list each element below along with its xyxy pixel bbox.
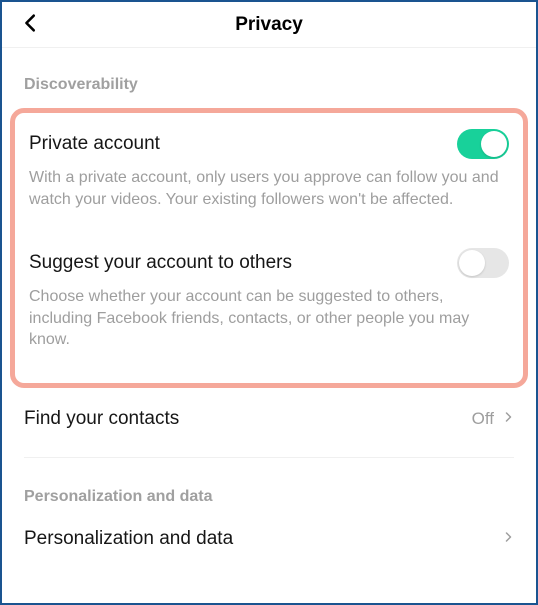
setting-personalization-data[interactable]: Personalization and data: [2, 520, 536, 551]
personalization-row-title: Personalization and data: [24, 528, 233, 550]
chevron-right-icon: [502, 528, 514, 551]
back-icon[interactable]: [20, 12, 42, 39]
highlight-box: Private account With a private account, …: [10, 108, 528, 388]
find-contacts-value: Off: [472, 409, 494, 429]
private-account-title: Private account: [29, 133, 160, 155]
find-contacts-title: Find your contacts: [24, 408, 472, 430]
private-account-toggle[interactable]: [457, 129, 509, 159]
toggle-knob: [459, 250, 485, 276]
toggle-knob: [481, 131, 507, 157]
section-header-discoverability: Discoverability: [2, 48, 536, 108]
setting-private-account: Private account With a private account, …: [29, 125, 509, 224]
header-bar: Privacy: [2, 2, 536, 48]
section-header-personalization: Personalization and data: [2, 458, 536, 520]
suggest-account-toggle[interactable]: [457, 248, 509, 278]
setting-find-contacts[interactable]: Find your contacts Off: [2, 388, 536, 451]
setting-suggest-account: Suggest your account to others Choose wh…: [29, 224, 509, 365]
private-account-description: With a private account, only users you a…: [29, 167, 509, 210]
suggest-account-title: Suggest your account to others: [29, 252, 292, 274]
chevron-right-icon: [502, 408, 514, 431]
page-title: Privacy: [235, 14, 303, 36]
suggest-account-description: Choose whether your account can be sugge…: [29, 286, 509, 351]
